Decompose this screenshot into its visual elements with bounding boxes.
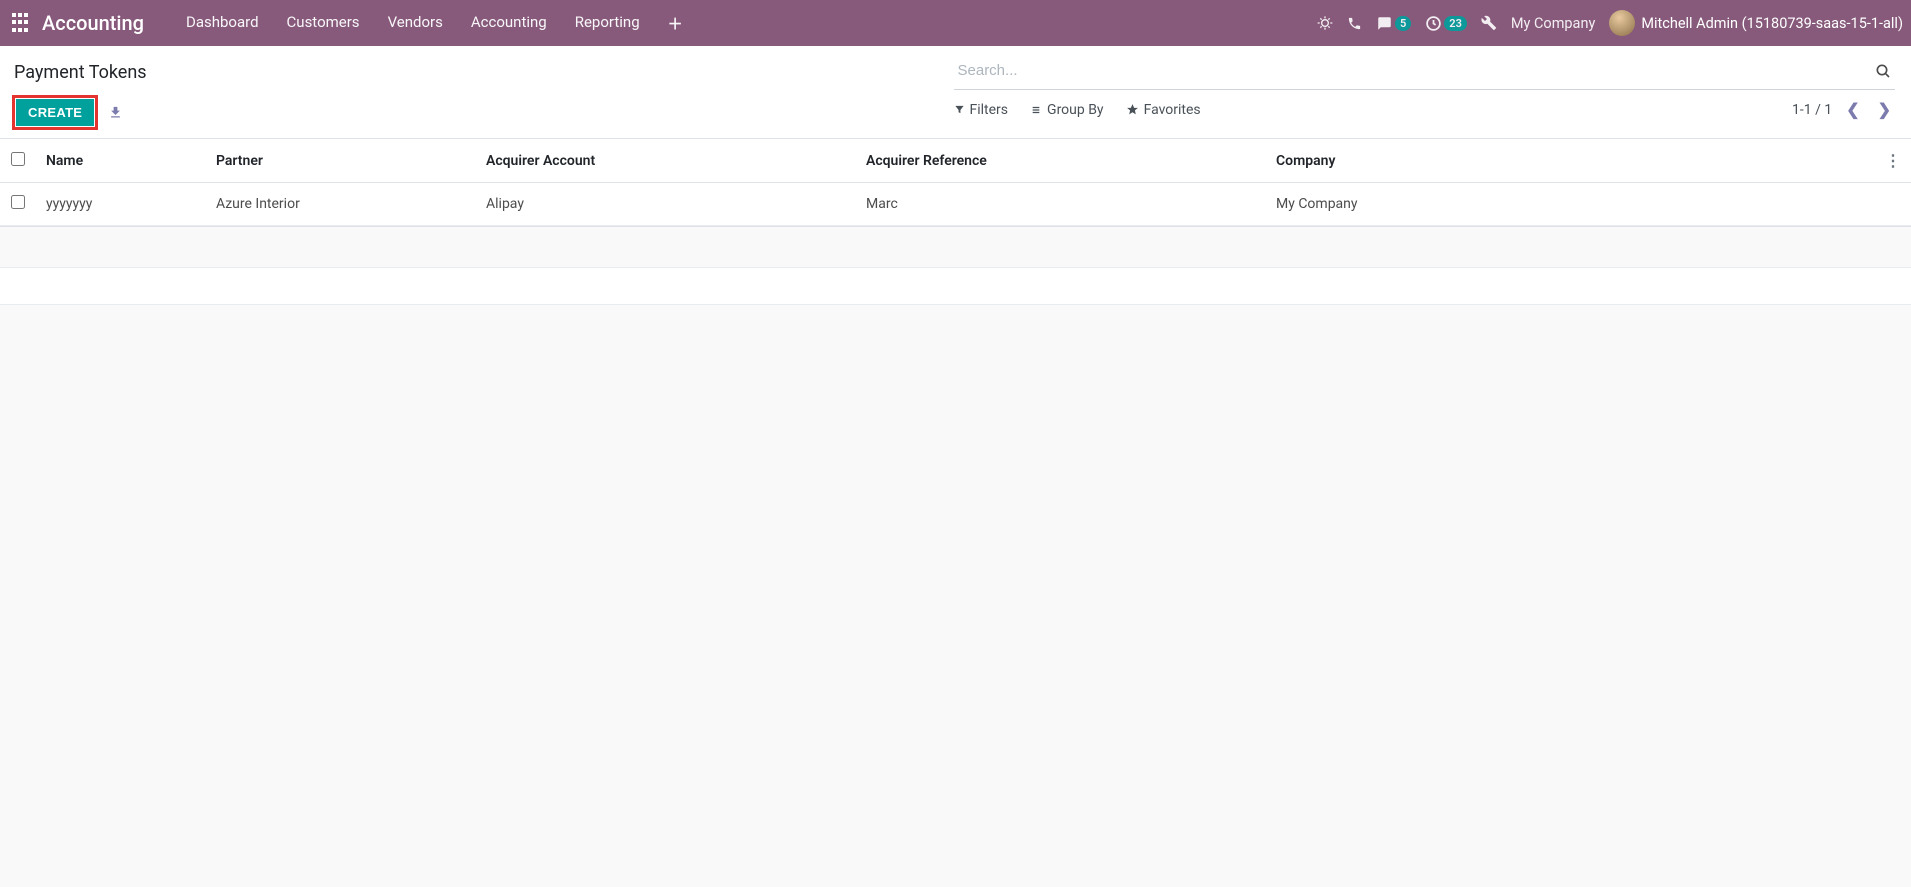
app-brand[interactable]: Accounting [42,11,144,35]
col-company[interactable]: Company [1266,139,1875,183]
phone-icon[interactable] [1347,16,1362,31]
messages-icon[interactable]: 5 [1376,16,1411,31]
filters-button[interactable]: Filters [954,102,1009,118]
activities-badge: 23 [1444,16,1467,31]
pager-text[interactable]: 1-1 / 1 [1792,102,1832,118]
optional-columns-icon[interactable]: ⋮ [1875,139,1911,183]
nav-vendors[interactable]: Vendors [374,1,457,46]
col-acquirer-reference[interactable]: Acquirer Reference [856,139,1266,183]
search-icon[interactable] [1871,63,1895,79]
tools-icon[interactable] [1481,15,1497,31]
list-view: Name Partner Acquirer Account Acquirer R… [0,139,1911,227]
create-button-highlight: CREATE [12,95,98,130]
messages-badge: 5 [1395,16,1411,31]
debug-icon[interactable] [1317,15,1333,31]
cell-name: yyyyyyy [36,183,206,226]
select-all-checkbox[interactable] [11,152,25,166]
nav-accounting[interactable]: Accounting [457,1,561,46]
col-acquirer-account[interactable]: Acquirer Account [476,139,856,183]
nav-dashboard[interactable]: Dashboard [172,1,273,46]
table-header-row: Name Partner Acquirer Account Acquirer R… [0,139,1911,183]
spacer-band [0,267,1911,305]
col-partner[interactable]: Partner [206,139,476,183]
nav-links: Dashboard Customers Vendors Accounting R… [172,1,697,46]
cell-partner: Azure Interior [206,183,476,226]
user-menu[interactable]: Mitchell Admin (15180739-saas-15-1-all) [1609,10,1903,36]
row-checkbox[interactable] [11,195,25,209]
groupby-label: Group By [1047,102,1104,118]
avatar [1609,10,1635,36]
favorites-label: Favorites [1144,102,1201,118]
nav-reporting[interactable]: Reporting [561,1,654,46]
nav-new-icon[interactable]: ＋ [654,1,697,46]
list-icon [1030,105,1042,115]
apps-grid-icon[interactable] [12,13,32,33]
col-name[interactable]: Name [36,139,206,183]
row-options [1875,183,1911,226]
control-panel: Payment Tokens CREATE Filters Group By [0,46,1911,139]
pager: 1-1 / 1 ❮ ❯ [1792,100,1895,119]
cell-acquirer-reference: Marc [856,183,1266,226]
filter-bar: Filters Group By Favorites 1-1 / 1 ❮ ❯ [954,100,1896,119]
export-icon[interactable] [108,105,123,120]
filters-label: Filters [970,102,1009,118]
pager-prev-icon[interactable]: ❮ [1842,100,1863,119]
star-icon [1126,103,1139,116]
cell-company: My Company [1266,183,1875,226]
create-button[interactable]: CREATE [16,99,94,126]
favorites-button[interactable]: Favorites [1126,102,1201,118]
search-bar [954,56,1896,90]
nav-customers[interactable]: Customers [273,1,374,46]
groupby-button[interactable]: Group By [1030,102,1104,118]
nav-right: 5 23 My Company Mitchell Admin (15180739… [1317,10,1903,36]
company-switcher[interactable]: My Company [1511,15,1595,32]
cell-acquirer-account: Alipay [476,183,856,226]
activities-icon[interactable]: 23 [1425,15,1467,32]
user-label: Mitchell Admin (15180739-saas-15-1-all) [1641,15,1903,32]
pager-next-icon[interactable]: ❯ [1874,100,1895,119]
top-nav: Accounting Dashboard Customers Vendors A… [0,0,1911,46]
table-row[interactable]: yyyyyyyAzure InteriorAlipayMarcMy Compan… [0,183,1911,226]
funnel-icon [954,104,965,115]
page-title: Payment Tokens [14,62,954,83]
search-input[interactable] [954,56,1872,85]
